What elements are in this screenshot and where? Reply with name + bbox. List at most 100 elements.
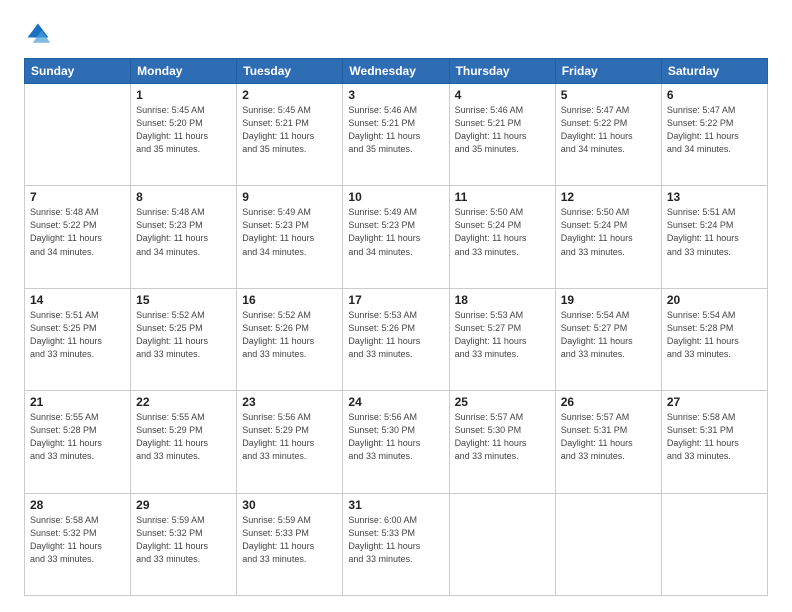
week-row-3: 14 Sunrise: 5:51 AM Sunset: 5:25 PM Dayli… [25, 288, 768, 390]
day-number: 8 [136, 190, 231, 204]
day-number: 18 [455, 293, 550, 307]
day-info: Sunrise: 5:57 AM Sunset: 5:30 PM Dayligh… [455, 411, 550, 463]
day-cell: 6Sunrise: 5:47 AM Sunset: 5:22 PM Daylig… [661, 84, 767, 186]
day-cell: 25 Sunrise: 5:57 AM Sunset: 5:30 PM Dayli… [449, 391, 555, 493]
day-info: Sunrise: 5:59 AM Sunset: 5:32 PM Dayligh… [136, 514, 231, 566]
day-cell: 3 Sunrise: 5:46 AM Sunset: 5:21 PM Daylig… [343, 84, 449, 186]
day-info: Sunrise: 5:47 AM Sunset: 5:22 PM Dayligh… [667, 104, 762, 156]
day-cell [449, 493, 555, 595]
col-header-tuesday: Tuesday [237, 59, 343, 84]
day-cell: 4 Sunrise: 5:46 AM Sunset: 5:21 PM Daylig… [449, 84, 555, 186]
day-number: 30 [242, 498, 337, 512]
day-cell: 7 Sunrise: 5:48 AM Sunset: 5:22 PM Daylig… [25, 186, 131, 288]
calendar: SundayMondayTuesdayWednesdayThursdayFrid… [24, 58, 768, 596]
day-number: 25 [455, 395, 550, 409]
day-number: 16 [242, 293, 337, 307]
day-number: 5 [561, 88, 656, 102]
day-info: Sunrise: 5:49 AM Sunset: 5:23 PM Dayligh… [348, 206, 443, 258]
col-header-sunday: Sunday [25, 59, 131, 84]
day-number: 1 [136, 88, 231, 102]
header [24, 20, 768, 48]
day-info: Sunrise: 5:51 AM Sunset: 5:24 PM Dayligh… [667, 206, 762, 258]
day-number: 17 [348, 293, 443, 307]
day-number: 2 [242, 88, 337, 102]
day-info: Sunrise: 5:48 AM Sunset: 5:22 PM Dayligh… [30, 206, 125, 258]
day-cell: 24 Sunrise: 5:56 AM Sunset: 5:30 PM Dayli… [343, 391, 449, 493]
day-cell: 2 Sunrise: 5:45 AM Sunset: 5:21 PM Daylig… [237, 84, 343, 186]
day-cell: 10Sunrise: 5:49 AM Sunset: 5:23 PM Dayli… [343, 186, 449, 288]
col-header-friday: Friday [555, 59, 661, 84]
col-header-wednesday: Wednesday [343, 59, 449, 84]
day-number: 9 [242, 190, 337, 204]
week-row-1: 1Sunrise: 5:45 AM Sunset: 5:20 PM Daylig… [25, 84, 768, 186]
day-info: Sunrise: 6:00 AM Sunset: 5:33 PM Dayligh… [348, 514, 443, 566]
day-info: Sunrise: 5:56 AM Sunset: 5:29 PM Dayligh… [242, 411, 337, 463]
day-info: Sunrise: 5:50 AM Sunset: 5:24 PM Dayligh… [455, 206, 550, 258]
day-info: Sunrise: 5:45 AM Sunset: 5:21 PM Dayligh… [242, 104, 337, 156]
day-info: Sunrise: 5:54 AM Sunset: 5:27 PM Dayligh… [561, 309, 656, 361]
day-number: 12 [561, 190, 656, 204]
day-number: 22 [136, 395, 231, 409]
day-cell: 28 Sunrise: 5:58 AM Sunset: 5:32 PM Dayli… [25, 493, 131, 595]
day-number: 23 [242, 395, 337, 409]
day-info: Sunrise: 5:50 AM Sunset: 5:24 PM Dayligh… [561, 206, 656, 258]
day-number: 3 [348, 88, 443, 102]
day-number: 24 [348, 395, 443, 409]
day-info: Sunrise: 5:46 AM Sunset: 5:21 PM Dayligh… [348, 104, 443, 156]
day-number: 7 [30, 190, 125, 204]
day-info: Sunrise: 5:53 AM Sunset: 5:26 PM Dayligh… [348, 309, 443, 361]
day-number: 29 [136, 498, 231, 512]
header-row: SundayMondayTuesdayWednesdayThursdayFrid… [25, 59, 768, 84]
week-row-4: 21 Sunrise: 5:55 AM Sunset: 5:28 PM Dayli… [25, 391, 768, 493]
day-number: 15 [136, 293, 231, 307]
day-cell: 12 Sunrise: 5:50 AM Sunset: 5:24 PM Dayli… [555, 186, 661, 288]
day-number: 4 [455, 88, 550, 102]
col-header-saturday: Saturday [661, 59, 767, 84]
day-info: Sunrise: 5:53 AM Sunset: 5:27 PM Dayligh… [455, 309, 550, 361]
day-cell: 13 Sunrise: 5:51 AM Sunset: 5:24 PM Dayli… [661, 186, 767, 288]
day-cell: 21 Sunrise: 5:55 AM Sunset: 5:28 PM Dayli… [25, 391, 131, 493]
day-info: Sunrise: 5:48 AM Sunset: 5:23 PM Dayligh… [136, 206, 231, 258]
day-number: 19 [561, 293, 656, 307]
day-number: 21 [30, 395, 125, 409]
day-info: Sunrise: 5:47 AM Sunset: 5:22 PM Dayligh… [561, 104, 656, 156]
day-info: Sunrise: 5:56 AM Sunset: 5:30 PM Dayligh… [348, 411, 443, 463]
week-row-5: 28 Sunrise: 5:58 AM Sunset: 5:32 PM Dayli… [25, 493, 768, 595]
day-info: Sunrise: 5:52 AM Sunset: 5:25 PM Dayligh… [136, 309, 231, 361]
day-info: Sunrise: 5:58 AM Sunset: 5:31 PM Dayligh… [667, 411, 762, 463]
day-number: 13 [667, 190, 762, 204]
week-row-2: 7 Sunrise: 5:48 AM Sunset: 5:22 PM Daylig… [25, 186, 768, 288]
day-info: Sunrise: 5:51 AM Sunset: 5:25 PM Dayligh… [30, 309, 125, 361]
day-cell: 5 Sunrise: 5:47 AM Sunset: 5:22 PM Daylig… [555, 84, 661, 186]
logo-icon [24, 20, 52, 48]
day-number: 28 [30, 498, 125, 512]
day-cell [555, 493, 661, 595]
day-cell: 30 Sunrise: 5:59 AM Sunset: 5:33 PM Dayli… [237, 493, 343, 595]
day-number: 11 [455, 190, 550, 204]
day-cell: 27 Sunrise: 5:58 AM Sunset: 5:31 PM Dayli… [661, 391, 767, 493]
logo [24, 20, 56, 48]
col-header-thursday: Thursday [449, 59, 555, 84]
day-cell: 15 Sunrise: 5:52 AM Sunset: 5:25 PM Dayli… [131, 288, 237, 390]
day-info: Sunrise: 5:57 AM Sunset: 5:31 PM Dayligh… [561, 411, 656, 463]
day-info: Sunrise: 5:49 AM Sunset: 5:23 PM Dayligh… [242, 206, 337, 258]
day-cell: 1Sunrise: 5:45 AM Sunset: 5:20 PM Daylig… [131, 84, 237, 186]
day-number: 14 [30, 293, 125, 307]
day-cell: 29 Sunrise: 5:59 AM Sunset: 5:32 PM Dayli… [131, 493, 237, 595]
day-cell: 22Sunrise: 5:55 AM Sunset: 5:29 PM Dayli… [131, 391, 237, 493]
day-cell: 19 Sunrise: 5:54 AM Sunset: 5:27 PM Dayli… [555, 288, 661, 390]
day-number: 31 [348, 498, 443, 512]
day-cell: 9 Sunrise: 5:49 AM Sunset: 5:23 PM Daylig… [237, 186, 343, 288]
day-number: 27 [667, 395, 762, 409]
day-info: Sunrise: 5:58 AM Sunset: 5:32 PM Dayligh… [30, 514, 125, 566]
col-header-monday: Monday [131, 59, 237, 84]
day-cell: 8 Sunrise: 5:48 AM Sunset: 5:23 PM Daylig… [131, 186, 237, 288]
page: SundayMondayTuesdayWednesdayThursdayFrid… [0, 0, 792, 612]
day-cell: 18 Sunrise: 5:53 AM Sunset: 5:27 PM Dayli… [449, 288, 555, 390]
day-cell: 17 Sunrise: 5:53 AM Sunset: 5:26 PM Dayli… [343, 288, 449, 390]
day-info: Sunrise: 5:59 AM Sunset: 5:33 PM Dayligh… [242, 514, 337, 566]
day-number: 20 [667, 293, 762, 307]
day-cell [25, 84, 131, 186]
day-info: Sunrise: 5:46 AM Sunset: 5:21 PM Dayligh… [455, 104, 550, 156]
day-info: Sunrise: 5:55 AM Sunset: 5:28 PM Dayligh… [30, 411, 125, 463]
